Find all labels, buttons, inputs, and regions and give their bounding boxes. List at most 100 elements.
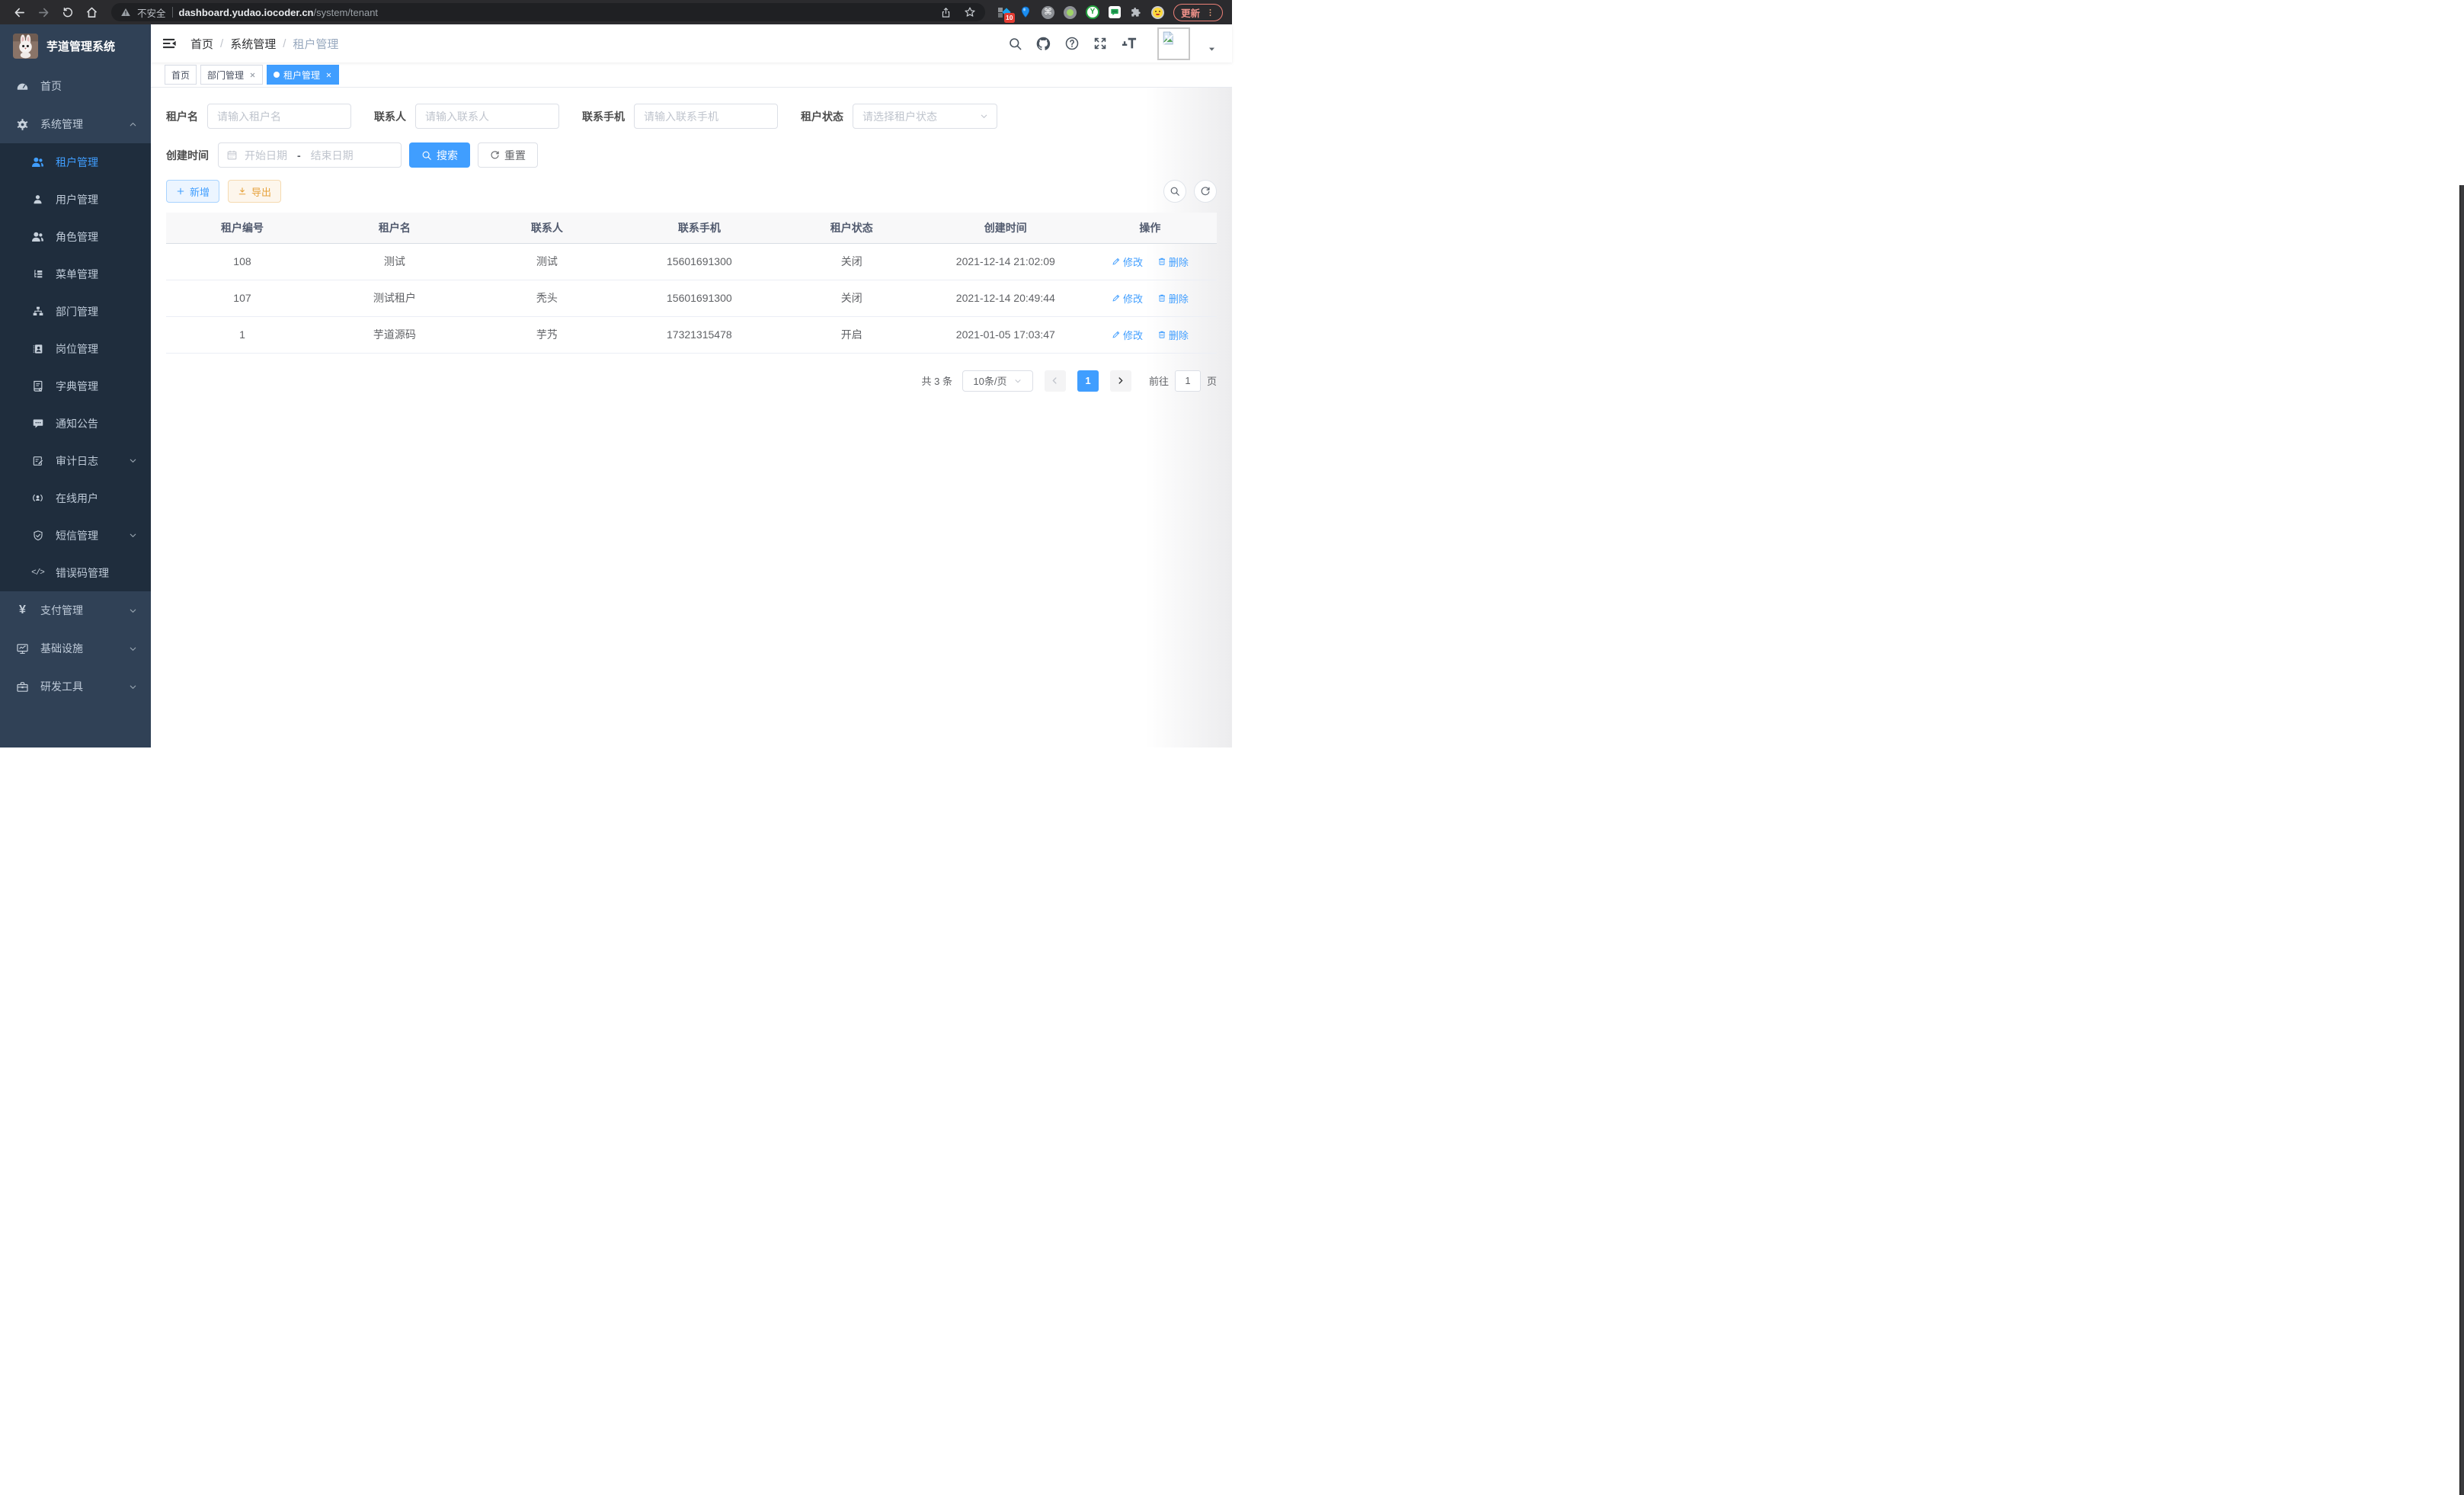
- sidebar-item-label: 研发工具: [40, 679, 83, 694]
- sidebar-item-label: 首页: [40, 78, 62, 94]
- date-range-picker[interactable]: 开始日期 - 结束日期: [218, 142, 402, 168]
- reset-button[interactable]: 重置: [478, 142, 538, 168]
- delete-link[interactable]: 删除: [1157, 328, 1189, 342]
- sidebar-item-infra[interactable]: 基础设施: [0, 629, 151, 667]
- app-logo[interactable]: 芋道管理系统: [0, 24, 151, 67]
- sidebar-item-tenant[interactable]: 租户管理: [0, 143, 151, 181]
- sidebar-collapse-icon[interactable]: [162, 37, 177, 50]
- sidebar-item-devtools[interactable]: 研发工具: [0, 667, 151, 706]
- end-date-placeholder: 结束日期: [311, 148, 354, 163]
- browser-address-bar[interactable]: 不安全 dashboard.yudao.iocoder.cn/system/te…: [111, 3, 985, 21]
- goto-page-input[interactable]: [1175, 370, 1201, 392]
- delete-link[interactable]: 删除: [1157, 255, 1189, 269]
- col-contact: 联系人: [471, 213, 623, 243]
- current-page-button[interactable]: 1: [1077, 370, 1099, 392]
- sidebar-item-dict[interactable]: 字典管理: [0, 367, 151, 405]
- bookmark-star-icon[interactable]: [964, 6, 976, 18]
- font-size-icon[interactable]: [1121, 36, 1138, 51]
- extension-badge: 10: [1004, 13, 1015, 23]
- sidebar-item-post[interactable]: 岗位管理: [0, 330, 151, 367]
- next-page-button[interactable]: [1110, 370, 1131, 392]
- edit-link[interactable]: 修改: [1112, 291, 1143, 306]
- extension-pin-icon[interactable]: [1019, 6, 1032, 19]
- security-warning-icon[interactable]: [120, 7, 131, 18]
- browser-update-button[interactable]: 更新: [1173, 4, 1223, 21]
- header-search-icon[interactable]: [1008, 37, 1022, 51]
- sidebar-item-sms[interactable]: 短信管理: [0, 517, 151, 554]
- col-tenant-name: 租户名: [318, 213, 471, 243]
- edit-link[interactable]: 修改: [1112, 255, 1143, 269]
- extension-shapes-icon[interactable]: 10: [997, 6, 1010, 19]
- sidebar-item-audit-log[interactable]: 审计日志: [0, 442, 151, 479]
- sidebar-item-home[interactable]: 首页: [0, 67, 151, 105]
- tab-close-icon[interactable]: [249, 72, 256, 78]
- contact-input[interactable]: [415, 104, 559, 129]
- profile-emoji-icon[interactable]: [1151, 6, 1164, 19]
- tab-home[interactable]: 首页: [165, 65, 197, 85]
- col-mobile: 联系手机: [623, 213, 776, 243]
- security-label[interactable]: 不安全: [137, 5, 166, 20]
- start-date-placeholder: 开始日期: [245, 148, 287, 163]
- extension-y-icon[interactable]: Y: [1086, 5, 1099, 19]
- page-scrollbar[interactable]: [2459, 185, 2464, 1495]
- col-tenant-id: 租户编号: [166, 213, 318, 243]
- share-icon[interactable]: [940, 7, 952, 18]
- breadcrumb-current: 租户管理: [293, 36, 338, 52]
- breadcrumb: 首页 / 系统管理 / 租户管理: [190, 36, 338, 52]
- browser-reload-icon[interactable]: [62, 6, 74, 18]
- refresh-icon: [490, 150, 500, 160]
- tab-label: 部门管理: [207, 69, 244, 82]
- export-button[interactable]: 导出: [228, 180, 281, 203]
- refresh-table-button[interactable]: [1194, 180, 1217, 203]
- search-button[interactable]: 搜索: [409, 142, 470, 168]
- avatar[interactable]: [1157, 27, 1190, 60]
- tab-tenant[interactable]: 租户管理: [267, 65, 339, 85]
- sidebar-item-menu[interactable]: 菜单管理: [0, 255, 151, 293]
- delete-link[interactable]: 删除: [1157, 291, 1189, 306]
- status-select[interactable]: 请选择租户状态: [853, 104, 997, 129]
- extension-dot-icon[interactable]: [1064, 6, 1077, 19]
- download-icon: [238, 187, 247, 196]
- add-button-label: 新增: [190, 184, 210, 199]
- extension-command-icon[interactable]: ⌘: [1042, 6, 1054, 19]
- add-button[interactable]: 新增: [166, 180, 219, 203]
- sidebar-item-notice[interactable]: 通知公告: [0, 405, 151, 442]
- extension-puzzle-icon[interactable]: [1130, 6, 1142, 18]
- kebab-menu-icon[interactable]: [1205, 8, 1215, 18]
- status-label: 租户状态: [801, 109, 843, 124]
- fullscreen-icon[interactable]: [1093, 36, 1108, 51]
- sidebar-item-pay[interactable]: ¥ 支付管理: [0, 591, 151, 629]
- help-icon[interactable]: [1064, 36, 1080, 51]
- github-icon[interactable]: [1035, 36, 1051, 52]
- sidebar-item-role[interactable]: 角色管理: [0, 218, 151, 255]
- tenant-name-input[interactable]: [207, 104, 351, 129]
- prev-page-button[interactable]: [1045, 370, 1066, 392]
- mobile-input[interactable]: [634, 104, 778, 129]
- cell-tenant-name: 芋道源码: [318, 316, 471, 353]
- tab-dept[interactable]: 部门管理: [200, 65, 263, 85]
- sidebar-item-dept[interactable]: 部门管理: [0, 293, 151, 330]
- url-text[interactable]: dashboard.yudao.iocoder.cn/system/tenant: [179, 7, 934, 18]
- page-size-select[interactable]: 10条/页: [962, 370, 1033, 392]
- create-time-label: 创建时间: [166, 148, 209, 163]
- toggle-search-button[interactable]: [1163, 180, 1186, 203]
- sidebar-item-errcode[interactable]: </> 错误码管理: [0, 554, 151, 591]
- message-icon: [31, 418, 44, 430]
- sidebar-item-system[interactable]: 系统管理: [0, 105, 151, 143]
- sidebar-menu: 首页 系统管理 租户管理 用户管理 角色管理: [0, 67, 151, 706]
- browser-forward-icon[interactable]: [37, 6, 50, 19]
- browser-back-icon[interactable]: [13, 6, 26, 19]
- sidebar-item-online-user[interactable]: 在线用户: [0, 479, 151, 517]
- tab-close-icon[interactable]: [325, 72, 332, 78]
- y-glyph: Y: [1090, 8, 1096, 16]
- sidebar-item-user[interactable]: 用户管理: [0, 181, 151, 218]
- sidebar-item-label: 在线用户: [56, 491, 98, 506]
- breadcrumb-home[interactable]: 首页: [190, 36, 213, 52]
- browser-extensions: 10 ⌘ Y: [991, 5, 1170, 19]
- browser-home-icon[interactable]: [85, 6, 98, 19]
- breadcrumb-section[interactable]: 系统管理: [230, 36, 276, 52]
- extension-chat-icon[interactable]: [1109, 6, 1121, 18]
- edit-link[interactable]: 修改: [1112, 328, 1143, 342]
- avatar-caret-down-icon[interactable]: [1207, 44, 1217, 54]
- cell-contact: 测试: [471, 243, 623, 280]
